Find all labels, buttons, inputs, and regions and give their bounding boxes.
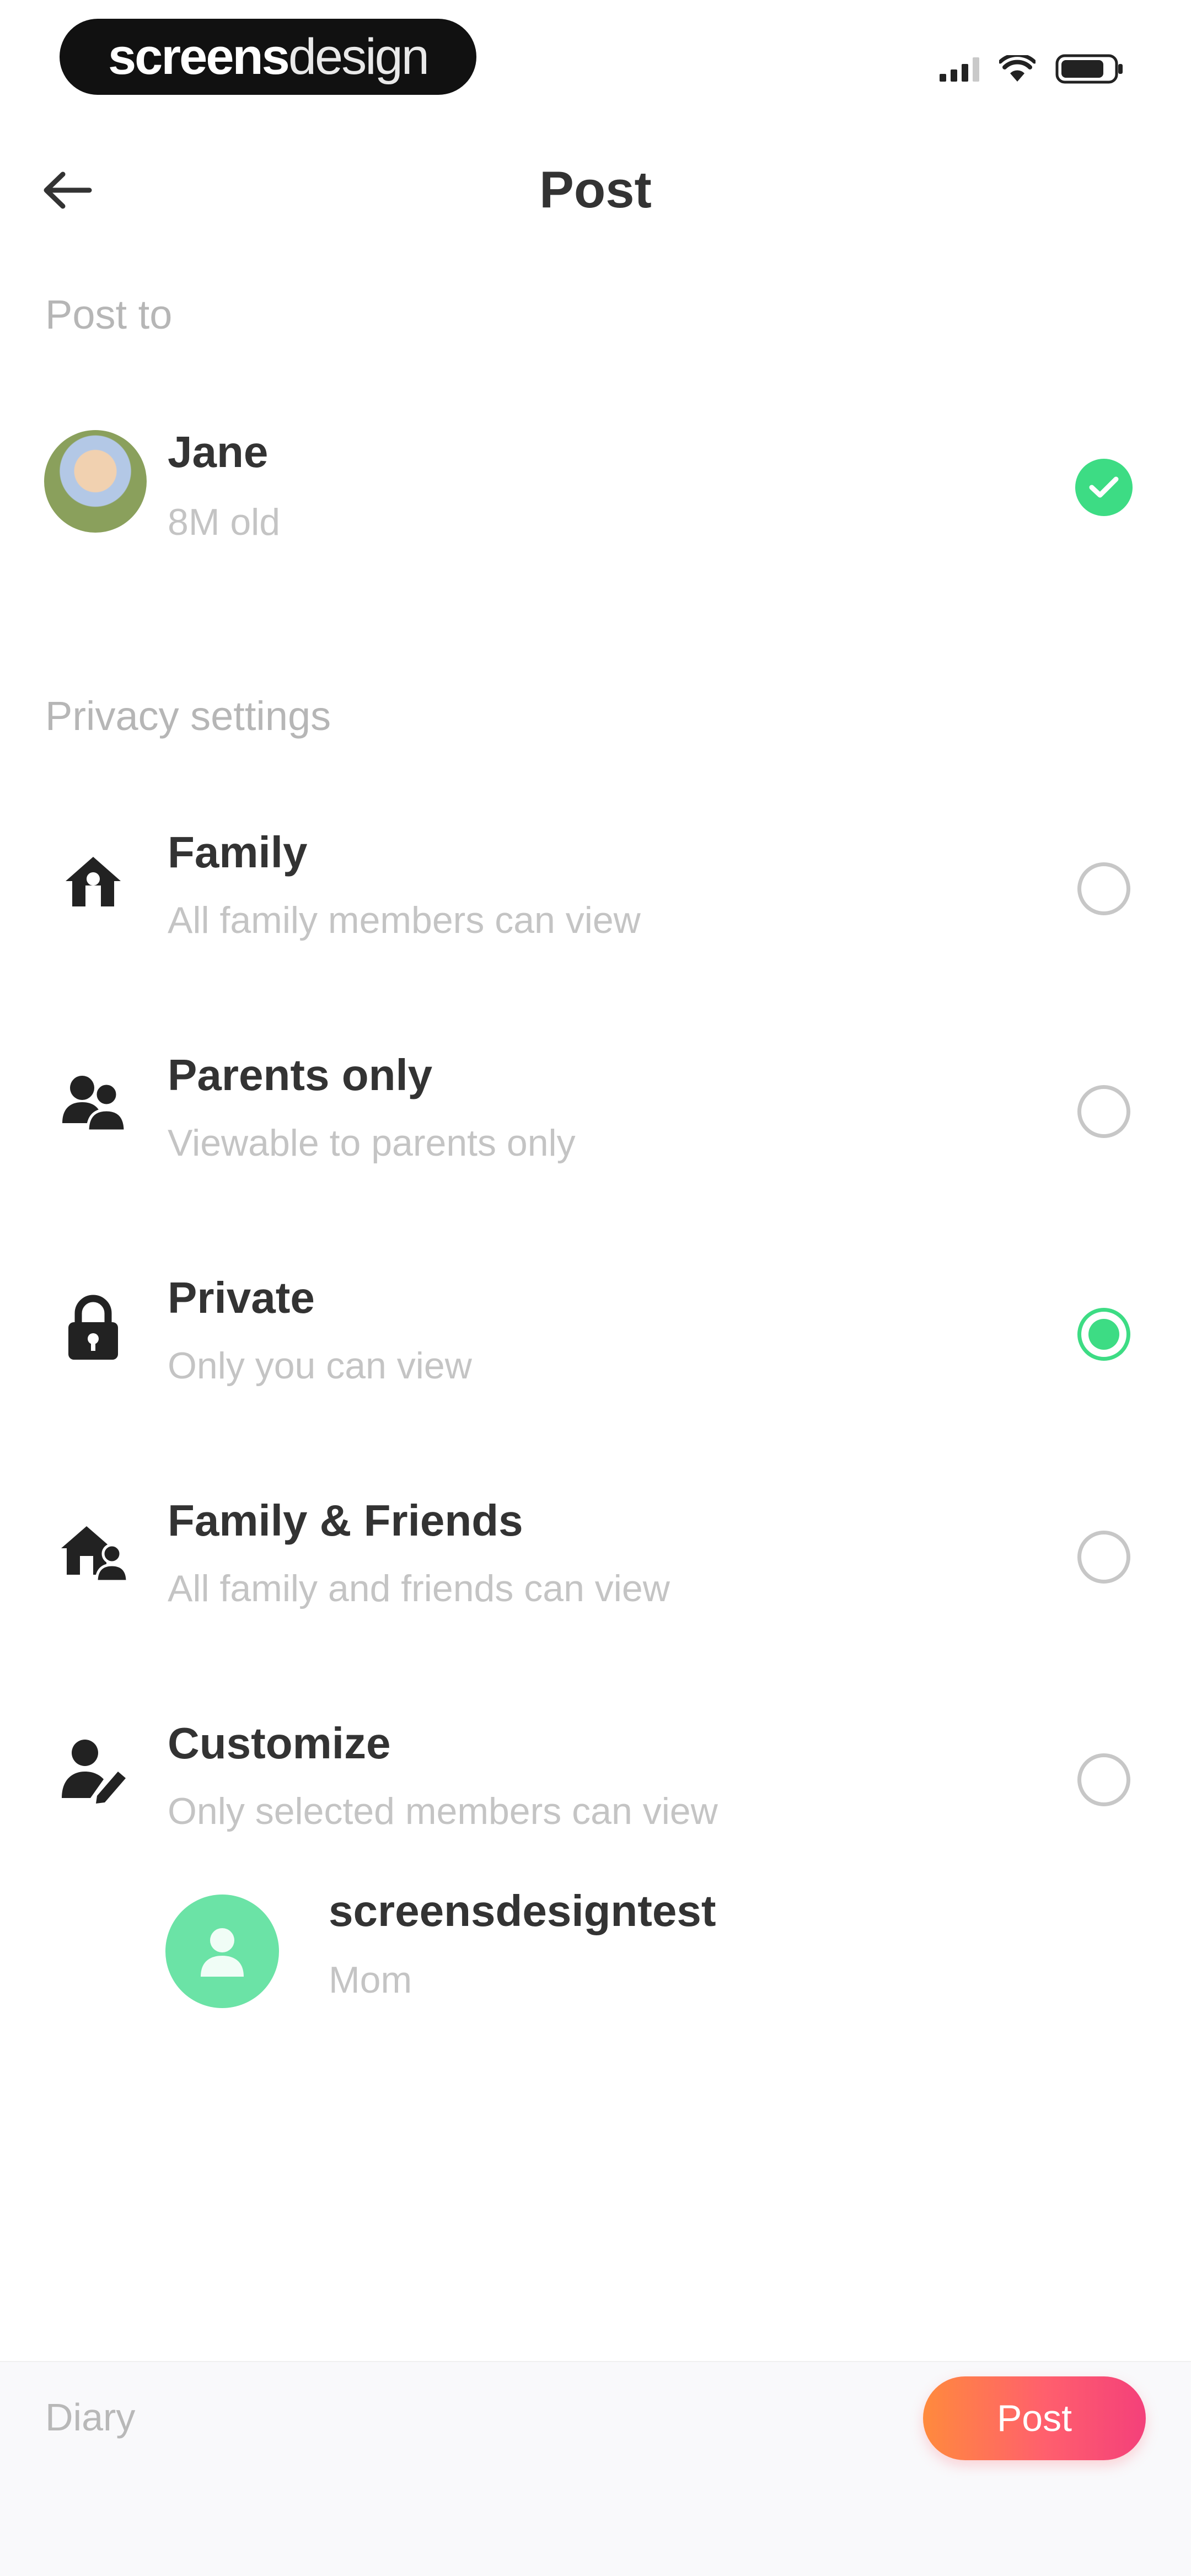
logo-text-part2: design	[288, 28, 430, 85]
screensdesign-logo: screens design	[60, 19, 476, 95]
account-selected-check[interactable]	[1075, 459, 1133, 516]
member-role: Mom	[329, 1959, 412, 2001]
option-title: Parents only	[168, 1050, 433, 1099]
logo-text-part1: screens	[108, 28, 290, 85]
radio-button[interactable]	[1077, 1531, 1130, 1584]
privacy-option-family-friends[interactable]: Family & Friends All family and friends …	[0, 1484, 1191, 1628]
account-age: 8M old	[168, 501, 281, 543]
radio-button[interactable]	[1077, 1753, 1130, 1806]
lock-icon	[57, 1292, 129, 1364]
radio-button[interactable]	[1077, 862, 1130, 915]
diary-label[interactable]: Diary	[45, 2395, 135, 2439]
radio-button[interactable]	[1077, 1085, 1130, 1138]
house-icon	[57, 846, 129, 918]
account-name: Jane	[168, 427, 269, 476]
option-title: Private	[168, 1273, 315, 1322]
privacy-option-family[interactable]: Family All family members can view	[0, 816, 1191, 959]
status-icons	[940, 50, 1125, 88]
option-subtitle: Only selected members can view	[168, 1790, 718, 1832]
post-to-account-row[interactable]: Jane 8M old	[0, 408, 1191, 551]
member-avatar	[165, 1895, 279, 2008]
radio-button-selected[interactable]	[1077, 1308, 1130, 1361]
option-subtitle: All family members can view	[168, 899, 641, 941]
page-title: Post	[539, 160, 652, 218]
avatar	[44, 430, 147, 533]
option-title: Family & Friends	[168, 1496, 523, 1545]
checkmark-icon	[1089, 476, 1119, 498]
privacy-option-parents-only[interactable]: Parents only Viewable to parents only	[0, 1039, 1191, 1182]
privacy-settings-label: Privacy settings	[45, 693, 331, 739]
option-title: Family	[168, 828, 308, 877]
person-icon	[201, 1928, 244, 1977]
radio-dot	[1088, 1319, 1119, 1350]
battery-icon	[1055, 54, 1123, 84]
post-button[interactable]: Post	[923, 2376, 1146, 2460]
house-people-icon	[57, 1515, 129, 1586]
privacy-option-private[interactable]: Private Only you can view	[0, 1262, 1191, 1405]
option-subtitle: All family and friends can view	[168, 1568, 670, 1609]
option-title: Customize	[168, 1719, 391, 1768]
signal-icon	[940, 56, 979, 82]
post-to-label: Post to	[45, 292, 173, 337]
wifi-icon	[999, 55, 1036, 82]
member-name: screensdesigntest	[329, 1886, 716, 1935]
option-subtitle: Only you can view	[168, 1345, 472, 1387]
person-edit-icon	[57, 1735, 129, 1806]
privacy-option-customize[interactable]: Customize Only selected members can view	[0, 1707, 1191, 1850]
option-subtitle: Viewable to parents only	[168, 1122, 576, 1164]
parents-icon	[57, 1066, 129, 1138]
